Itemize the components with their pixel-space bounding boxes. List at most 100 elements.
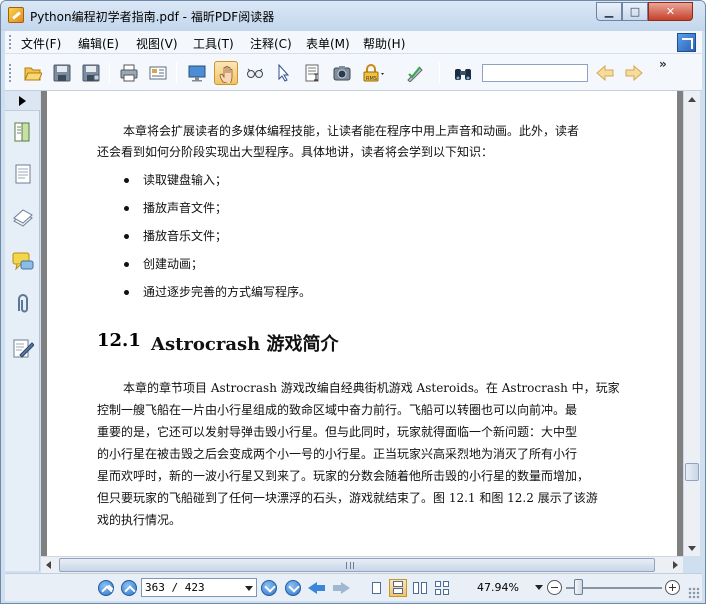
continuous-facing-view-button[interactable] (433, 579, 451, 597)
search-input[interactable] (482, 64, 588, 82)
sign-icon (407, 66, 423, 82)
scroll-right-button[interactable] (667, 557, 683, 573)
find-next-icon (625, 64, 643, 82)
sign-button[interactable] (403, 61, 427, 85)
find-button[interactable] (451, 61, 475, 85)
menu-help[interactable]: 帮助(H) (363, 35, 405, 52)
zoom-slider-thumb[interactable] (573, 579, 583, 595)
menu-bar: 文件(F) 编辑(E) 视图(V) 工具(T) 注释(C) 表单(M) 帮助(H… (5, 31, 702, 54)
body-line: 控制一艘飞船在一片由小行星组成的致命区域中奋力前行。飞船可以转圈也可以向前冲。最 (97, 403, 578, 417)
intro-paragraph-line: 本章将会扩展读者的多媒体编程技能，让读者能在程序中用上声音和动画。此外，读者 (123, 124, 580, 138)
continuous-view-button[interactable] (389, 579, 407, 597)
rms-button[interactable]: RMS (359, 61, 393, 85)
body-line: 的小行星在被击毁之后会变成两个小一号的小行星。正当玩家兴高采烈地为消灭了所有小行 (97, 447, 578, 461)
properties-button[interactable] (146, 61, 170, 85)
section-title: Astrocrash 游戏简介 (151, 334, 339, 355)
back-arrow-icon[interactable] (308, 580, 326, 596)
maximize-button[interactable]: □ (622, 2, 648, 21)
loupe-button[interactable] (243, 61, 267, 85)
pages-icon[interactable] (12, 163, 34, 185)
minimize-button[interactable]: ▁ (596, 2, 622, 21)
text-select-button[interactable] (301, 61, 325, 85)
save-button[interactable] (50, 61, 74, 85)
page-dropdown-icon[interactable] (242, 580, 255, 595)
hand-tool-button[interactable] (214, 61, 238, 85)
body-line: 戏的执行情况。 (97, 513, 182, 527)
menu-form[interactable]: 表单(M) (306, 35, 350, 52)
attachments-icon[interactable] (12, 293, 34, 315)
next-page-icon[interactable] (261, 580, 277, 596)
grid-page-icon (443, 589, 449, 595)
intro-paragraph-line: 还会看到如何分阶段实现出大型程序。具体地讲，读者将会学到以下知识： (97, 145, 494, 159)
navigation-panel (5, 91, 40, 571)
toolbar-grip[interactable] (9, 64, 12, 82)
bookmarks-icon[interactable] (12, 121, 34, 143)
zoom-out-icon[interactable] (547, 580, 562, 595)
body-line: 星而欢呼时，新的一波小行星又到来了。玩家的分数会随着他所击毁的小行星的数量而增加… (97, 469, 590, 483)
menu-comment[interactable]: 注释(C) (250, 35, 292, 52)
last-page-icon[interactable] (285, 580, 301, 596)
select-tool-icon (278, 64, 290, 82)
document-view[interactable]: 本章将会扩展读者的多媒体编程技能，让读者能在程序中用上声音和动画。此外，读者 还… (41, 91, 683, 556)
grid-page-icon (435, 581, 441, 587)
open-button[interactable] (21, 61, 45, 85)
horizontal-scroll-thumb[interactable] (59, 558, 655, 572)
print-button[interactable] (117, 61, 141, 85)
facing-view-button[interactable] (411, 579, 429, 597)
vertical-scroll-thumb[interactable] (685, 463, 699, 481)
svg-text:RMS: RMS (366, 76, 377, 82)
scroll-up-button[interactable] (684, 91, 700, 107)
page-number-field[interactable]: 363 / 423 (141, 578, 257, 597)
zoom-level[interactable]: 47.94% (477, 581, 519, 594)
horizontal-scrollbar[interactable] (41, 556, 683, 573)
scroll-down-button[interactable] (684, 540, 700, 556)
close-button[interactable]: ✕ (648, 2, 693, 21)
save-as-button[interactable] (79, 61, 103, 85)
snapshot-button[interactable] (330, 61, 354, 85)
find-next-button[interactable] (622, 61, 646, 85)
toolbar-separator (439, 62, 440, 84)
bullet-item: 通过逐步完善的方式编写程序。 (143, 285, 312, 299)
toolbar-overflow-icon[interactable]: » (659, 57, 667, 71)
find-previous-icon (596, 64, 614, 82)
menu-tools[interactable]: 工具(T) (193, 35, 234, 52)
find-previous-button[interactable] (593, 61, 617, 85)
forward-arrow-icon[interactable] (332, 580, 350, 596)
single-page-view-button[interactable] (367, 579, 385, 597)
save-icon (53, 64, 71, 82)
menu-grip[interactable] (9, 35, 12, 49)
menu-edit[interactable]: 编辑(E) (78, 35, 119, 52)
bullet-item: 读取键盘输入； (143, 173, 228, 187)
print-icon (120, 64, 138, 82)
previous-page-icon[interactable] (121, 580, 137, 596)
bullet-item: 播放音乐文件； (143, 229, 228, 243)
properties-icon (149, 66, 167, 80)
menu-file[interactable]: 文件(F) (21, 35, 61, 52)
menu-view[interactable]: 视图(V) (136, 35, 178, 52)
comments-icon[interactable] (12, 251, 34, 273)
fullscreen-button[interactable] (185, 61, 209, 85)
zoom-in-icon[interactable] (665, 580, 680, 595)
grid-page-icon (435, 589, 441, 595)
restore-window-icon[interactable] (677, 33, 696, 52)
expand-panel-button[interactable] (5, 91, 40, 111)
single-page-icon (372, 582, 381, 594)
toolbar: RMS » (5, 54, 702, 91)
layers-icon[interactable] (12, 207, 34, 229)
bullet-icon (124, 234, 129, 239)
scroll-left-button[interactable] (41, 557, 57, 573)
bullet-icon (124, 178, 129, 183)
body-line: 本章的章节项目 Astrocrash 游戏改编自经典街机游戏 Asteroids… (123, 381, 620, 395)
continuous-page-icon (393, 581, 403, 587)
signature-icon[interactable] (12, 337, 34, 359)
window-title: Python编程初学者指南.pdf - 福昕PDF阅读器 (30, 10, 275, 24)
pdf-page: 本章将会扩展读者的多媒体编程技能，让读者能在程序中用上声音和动画。此外，读者 还… (47, 91, 677, 556)
vertical-scrollbar[interactable] (683, 91, 700, 556)
bullet-item: 创建动画； (143, 257, 204, 271)
resize-grip-icon[interactable] (688, 587, 700, 599)
select-tool-button[interactable] (272, 61, 296, 85)
zoom-dropdown-icon[interactable] (535, 585, 543, 590)
first-page-icon[interactable] (98, 580, 114, 596)
grid-page-icon (443, 581, 449, 587)
facing-page-icon (413, 582, 419, 594)
